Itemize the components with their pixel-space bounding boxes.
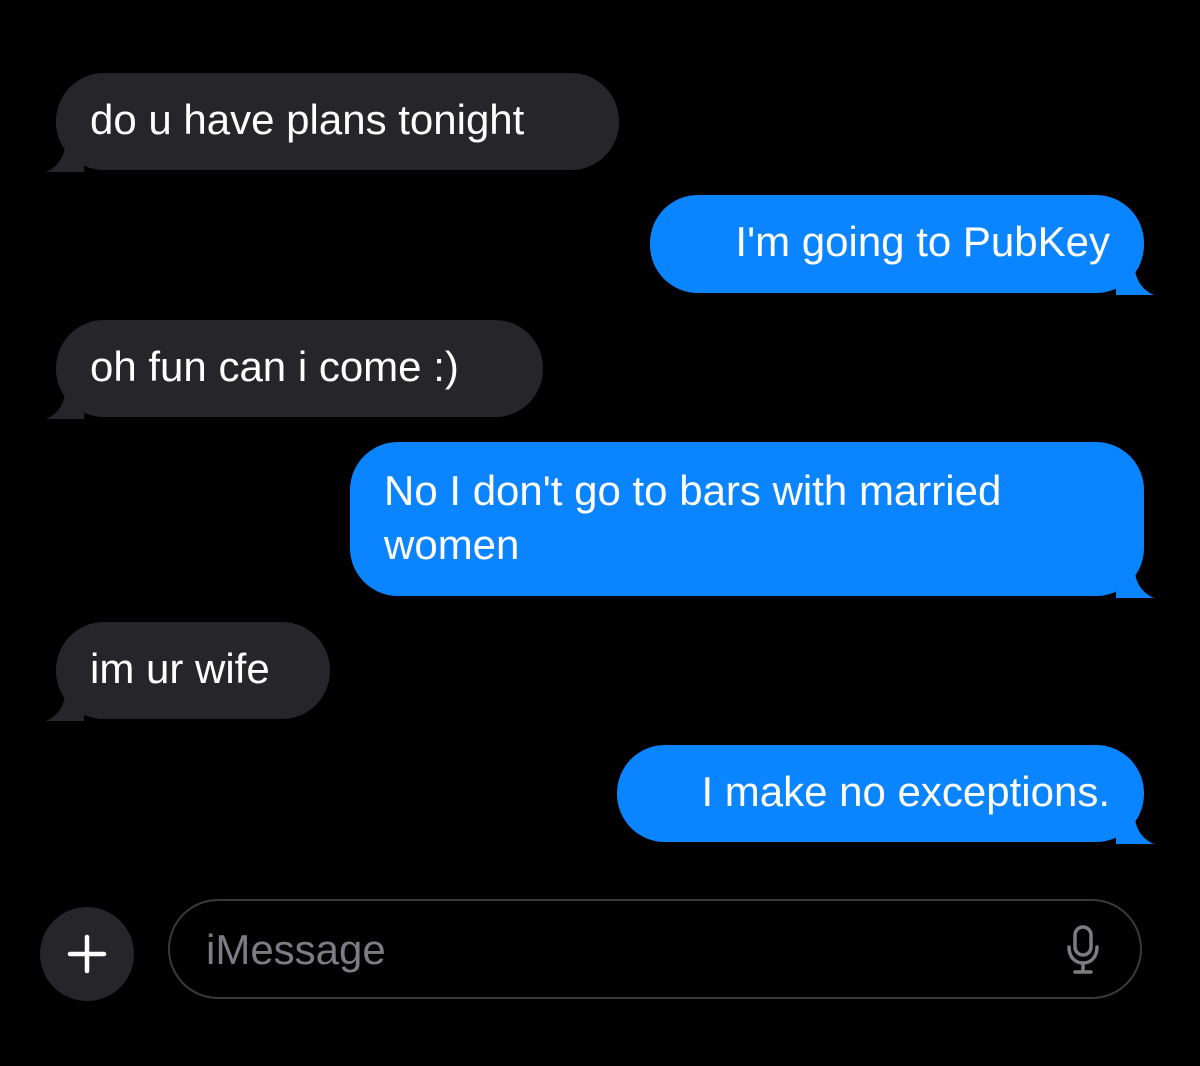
- bubble-tail: [46, 685, 84, 721]
- bubble-tail: [1116, 259, 1154, 295]
- bubble-tail: [46, 136, 84, 172]
- message-thread: do u have plans tonight I'm going to Pub…: [0, 0, 1200, 880]
- incoming-message-bubble[interactable]: im ur wife: [46, 622, 330, 721]
- outgoing-message-bubble[interactable]: I make no exceptions.: [617, 745, 1154, 844]
- bubble-tail: [46, 383, 84, 419]
- bubble-tail: [1116, 562, 1154, 598]
- incoming-message-bubble[interactable]: do u have plans tonight: [46, 73, 619, 172]
- message-text: oh fun can i come :): [90, 343, 459, 390]
- message-text: I make no exceptions.: [701, 768, 1110, 815]
- outgoing-message-bubble[interactable]: I'm going to PubKey: [650, 195, 1154, 295]
- bubble-tail: [1116, 808, 1154, 844]
- message-text: do u have plans tonight: [90, 96, 525, 143]
- message-text: im ur wife: [90, 645, 270, 692]
- microphone-icon[interactable]: [1066, 925, 1100, 975]
- outgoing-message-bubble[interactable]: No I don't go to bars with married women: [350, 442, 1154, 598]
- add-attachment-button[interactable]: [40, 907, 134, 1001]
- incoming-message-bubble[interactable]: oh fun can i come :): [46, 320, 543, 419]
- message-text: No I don't go to bars with married women: [384, 467, 1002, 568]
- plus-icon: [67, 934, 107, 974]
- message-text: I'm going to PubKey: [735, 218, 1110, 265]
- imessage-input[interactable]: iMessage: [168, 899, 1142, 999]
- input-placeholder: iMessage: [206, 926, 386, 973]
- message-composer: iMessage: [0, 880, 1200, 1066]
